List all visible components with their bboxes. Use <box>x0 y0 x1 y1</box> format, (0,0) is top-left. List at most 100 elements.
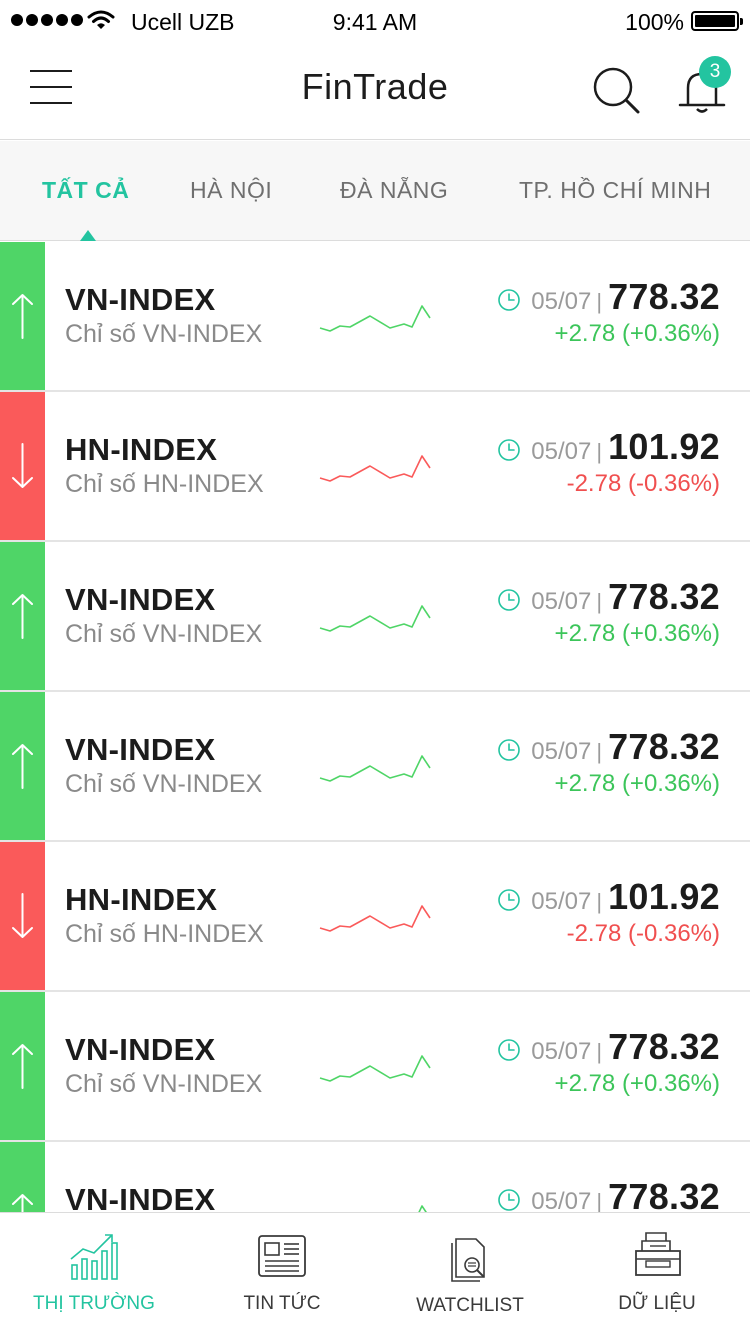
bottom-tab-bar: THỊ TRƯỜNG TIN TỨC WATCHLIST DỮ LIỆU <box>0 1212 750 1334</box>
bottom-tab-news[interactable]: TIN TỨC <box>188 1213 376 1334</box>
quote-date: 05/07 <box>531 1188 592 1212</box>
index-price: 778.32 <box>608 1176 720 1212</box>
trend-strip <box>0 1142 45 1212</box>
price-line: 05/07 | 778.32 <box>497 726 720 768</box>
quote-date: 05/07 <box>531 1038 592 1065</box>
bottom-tab-label: WATCHLIST <box>416 1295 524 1316</box>
index-name: Chỉ số VN-INDEX <box>65 320 263 348</box>
index-symbol: VN-INDEX <box>65 732 216 767</box>
price-line: 05/07 | 778.32 <box>497 1176 720 1212</box>
quote-date: 05/07 <box>531 588 592 615</box>
index-symbol: VN-INDEX <box>65 1182 216 1212</box>
bottom-tab-watchlist[interactable]: WATCHLIST <box>376 1213 564 1334</box>
index-row[interactable]: VN-INDEX Chỉ số VN-INDEX 05/07 | 778.32 … <box>0 542 750 692</box>
index-name: Chỉ số VN-INDEX <box>65 1070 263 1098</box>
clock-icon <box>498 889 521 911</box>
trend-strip <box>0 992 45 1140</box>
price-line: 05/07 | 778.32 <box>497 276 720 318</box>
trend-strip <box>0 242 45 390</box>
price-change: -2.78 (-0.36%) <box>566 920 720 947</box>
active-tab-indicator <box>80 230 96 241</box>
clock-icon <box>498 739 521 761</box>
trend-strip <box>0 692 45 840</box>
price-line: 05/07 | 101.92 <box>497 876 720 918</box>
bottom-tab-label: DỮ LIỆU <box>618 1293 696 1314</box>
news-icon <box>258 1235 306 1277</box>
clock-icon <box>498 589 521 611</box>
tab-ha-noi[interactable]: HÀ NỘI <box>190 177 272 204</box>
quote-date: 05/07 <box>531 738 592 765</box>
clock-icon <box>498 439 521 461</box>
separator: | <box>596 889 603 914</box>
index-symbol: HN-INDEX <box>65 432 218 467</box>
index-name: Chỉ số HN-INDEX <box>65 470 264 498</box>
market-chart-icon <box>70 1234 118 1280</box>
trend-arrow-icon <box>12 744 33 789</box>
index-list[interactable]: VN-INDEX Chỉ số VN-INDEX 05/07 | 778.32 … <box>0 242 750 1212</box>
separator: | <box>596 1039 603 1064</box>
status-bar: Ucell UZB 9:41 AM 100% <box>0 0 750 42</box>
index-symbol: VN-INDEX <box>65 282 216 317</box>
bottom-tab-data[interactable]: DỮ LIỆU <box>564 1213 750 1334</box>
price-change: +2.78 (+0.36%) <box>554 320 720 347</box>
tab-da-nang[interactable]: ĐÀ NẴNG <box>340 177 448 204</box>
trend-arrow-icon <box>12 1044 33 1089</box>
sparkline-chart <box>319 755 431 782</box>
trend-strip <box>0 842 45 990</box>
trend-arrow-icon <box>12 1194 33 1212</box>
tab-tp-ho-chi-minh[interactable]: TP. HỒ CHÍ MINH <box>519 177 711 204</box>
trend-arrow-icon <box>12 294 33 339</box>
index-price: 778.32 <box>608 276 720 317</box>
index-price: 778.32 <box>608 726 720 767</box>
sparkline-chart <box>319 1055 431 1082</box>
price-change: +2.78 (+0.36%) <box>554 620 720 647</box>
battery-percentage: 100% <box>625 9 684 35</box>
trend-arrow-icon <box>12 594 33 639</box>
quote-date: 05/07 <box>531 888 592 915</box>
sparkline-chart <box>319 605 431 632</box>
watchlist-icon <box>451 1238 485 1282</box>
trend-arrow-icon <box>12 893 33 938</box>
trend-strip <box>0 542 45 690</box>
index-row[interactable]: VN-INDEX Chỉ số VN-INDEX 05/07 | 778.32 … <box>0 242 750 392</box>
index-price: 101.92 <box>608 426 720 467</box>
index-row[interactable]: HN-INDEX Chỉ số HN-INDEX 05/07 | 101.92 … <box>0 842 750 992</box>
sparkline-chart <box>418 1205 427 1212</box>
bottom-tab-market[interactable]: THỊ TRƯỜNG <box>0 1213 188 1334</box>
index-symbol: HN-INDEX <box>65 882 218 917</box>
bottom-tab-label: TIN TỨC <box>243 1293 321 1314</box>
sparkline-chart <box>319 905 431 932</box>
tab-all[interactable]: TẤT CẢ <box>42 177 129 204</box>
index-name: Chỉ số VN-INDEX <box>65 620 263 648</box>
price-line: 05/07 | 778.32 <box>497 576 720 618</box>
index-row[interactable]: VN-INDEX Chỉ số VN-INDEX 05/07 | 778.32 … <box>0 992 750 1142</box>
quote-date: 05/07 <box>531 438 592 465</box>
sparkline-chart <box>319 305 431 332</box>
index-name: Chỉ số VN-INDEX <box>65 770 263 798</box>
clock-icon <box>498 1189 521 1211</box>
index-price: 778.32 <box>608 576 720 617</box>
price-change: +2.78 (+0.36%) <box>554 770 720 797</box>
search-icon[interactable] <box>592 66 642 116</box>
data-archive-icon <box>635 1232 681 1276</box>
price-change: +2.78 (+0.36%) <box>554 1070 720 1097</box>
bottom-tab-label: THỊ TRƯỜNG <box>33 1293 155 1314</box>
index-row[interactable]: HN-INDEX Chỉ số HN-INDEX 05/07 | 101.92 … <box>0 392 750 542</box>
separator: | <box>596 439 603 464</box>
separator: | <box>596 739 603 764</box>
trend-strip <box>0 392 45 540</box>
separator: | <box>596 1189 603 1212</box>
region-tabs: TẤT CẢ HÀ NỘI ĐÀ NẴNG TP. HỒ CHÍ MINH <box>0 141 750 241</box>
quote-date: 05/07 <box>531 288 592 315</box>
trend-arrow-icon <box>12 443 33 488</box>
price-line: 05/07 | 778.32 <box>497 1026 720 1068</box>
separator: | <box>596 589 603 614</box>
index-row[interactable]: VN-INDEX Chỉ số VN-INDEX 05/07 | 778.32 … <box>0 1142 750 1212</box>
index-row[interactable]: VN-INDEX Chỉ số VN-INDEX 05/07 | 778.32 … <box>0 692 750 842</box>
navigation-bar: FinTrade 3 <box>0 42 750 140</box>
price-change: -2.78 (-0.36%) <box>566 470 720 497</box>
battery-icon <box>691 11 743 31</box>
index-price: 778.32 <box>608 1026 720 1067</box>
sparkline-chart <box>319 455 431 482</box>
clock-icon <box>498 1039 521 1061</box>
